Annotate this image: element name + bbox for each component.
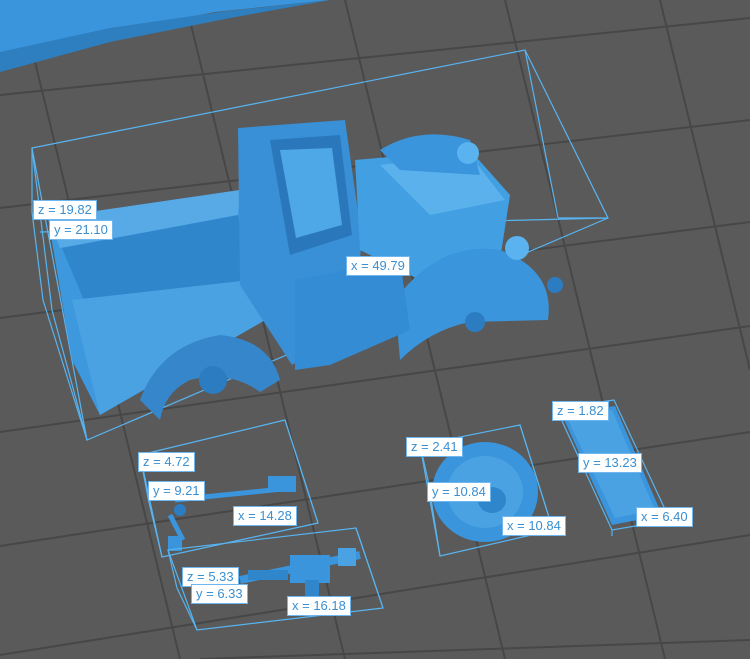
- gun-mount-x-dimension: x = 14.28: [233, 506, 297, 526]
- gun-mount-z-dimension: z = 4.72: [138, 452, 195, 472]
- spare-wheel-y-dimension: y = 10.84: [427, 482, 491, 502]
- spare-wheel-x-dimension: x = 10.84: [502, 516, 566, 536]
- plate-edge-shape: [0, 0, 330, 72]
- truck-body-y-dimension: y = 21.10: [49, 220, 113, 240]
- machine-gun-x-dimension: x = 16.18: [287, 596, 351, 616]
- flat-plate-x-dimension: x = 6.40: [636, 507, 693, 527]
- build-plate-viewport[interactable]: [0, 0, 750, 659]
- truck-body-model[interactable]: [31, 49, 609, 441]
- machine-gun-y-dimension: y = 6.33: [191, 584, 248, 604]
- truck-body-z-dimension: z = 19.82: [33, 200, 97, 220]
- gun-mount-y-dimension: y = 9.21: [148, 481, 205, 501]
- flat-plate-z-dimension: z = 1.82: [552, 401, 609, 421]
- flat-plate-y-dimension: y = 13.23: [578, 453, 642, 473]
- spare-wheel-z-dimension: z = 2.41: [406, 437, 463, 457]
- truck-body-x-dimension: x = 49.79: [346, 256, 410, 276]
